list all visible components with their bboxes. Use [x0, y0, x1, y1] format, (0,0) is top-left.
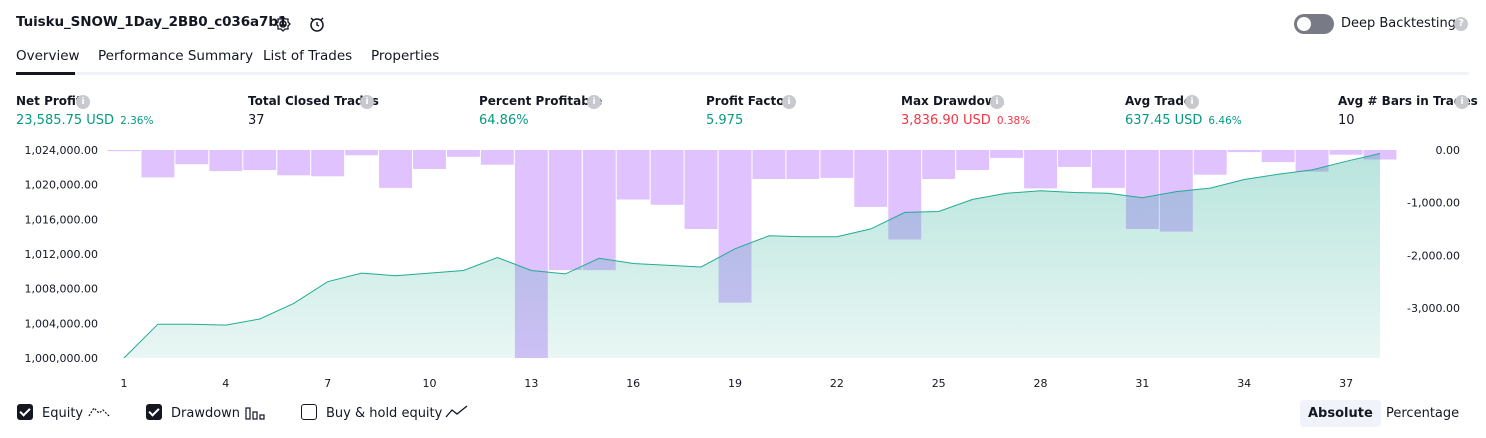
- y-axis-left-tick-label: 1,008,000.00: [25, 283, 98, 296]
- x-axis-tick-label: 22: [830, 377, 844, 390]
- drawdown-bar: [616, 150, 650, 200]
- drawdown-bar: [922, 150, 956, 179]
- x-axis-tick-label: 1: [121, 377, 128, 390]
- deep-backtesting-toggle[interactable]: [1294, 14, 1334, 34]
- metric-value-percent-profitable: 64.86%: [479, 113, 529, 128]
- metric-label-percent-profitable: Percent Profitable: [479, 94, 603, 108]
- y-axis-right-tick-label: 0.00: [1436, 144, 1461, 157]
- strategy-title: Tuisku_SNOW_1Day_2BB0_c036a7b1: [16, 14, 288, 30]
- buyhold-legend-label: Buy & hold equity: [326, 406, 443, 421]
- y-axis-left-tick-label: 1,016,000.00: [25, 213, 98, 226]
- tab-performance-summary[interactable]: Performance Summary: [98, 48, 253, 64]
- metric-value-net-profit: 23,585.75 USD 2.36%: [16, 113, 154, 128]
- y-axis-right-tick-label: -1,000.00: [1407, 197, 1460, 210]
- drawdown-legend-label: Drawdown: [171, 406, 241, 421]
- drawdown-bar: [854, 150, 888, 207]
- drawdown-bar: [956, 150, 990, 170]
- x-axis-tick-label: 28: [1034, 377, 1048, 390]
- info-icon[interactable]: i: [360, 95, 374, 109]
- percentage-toggle[interactable]: Percentage: [1378, 400, 1467, 427]
- metric-value-total-closed-trades: 37: [248, 113, 265, 128]
- drawdown-bar: [209, 150, 243, 172]
- drawdown-bar: [1261, 150, 1295, 163]
- x-axis-tick-label: 13: [524, 377, 538, 390]
- drawdown-bar: [480, 150, 514, 165]
- y-axis-left-tick-label: 1,020,000.00: [25, 179, 98, 192]
- settings-icon[interactable]: [274, 15, 292, 33]
- drawdown-bar: [413, 150, 446, 169]
- buyhold-line-icon: [445, 405, 468, 418]
- buyhold-checkbox[interactable]: [301, 404, 317, 420]
- drawdown-bar: [548, 150, 582, 271]
- drawdown-bar: [1092, 150, 1125, 188]
- info-icon[interactable]: i: [990, 95, 1004, 109]
- drawdown-bar: [990, 150, 1023, 158]
- metric-label-avg-trade: Avg Trade: [1125, 94, 1193, 108]
- drawdown-bar: [277, 150, 311, 176]
- drawdown-checkbox[interactable]: [146, 404, 162, 420]
- drawdown-bar: [650, 150, 684, 205]
- x-axis-tick-label: 37: [1339, 377, 1353, 390]
- drawdown-bar: [1329, 150, 1363, 155]
- info-icon[interactable]: i: [1185, 95, 1199, 109]
- drawdown-bar: [582, 150, 616, 271]
- drawdown-bars-icon: [245, 407, 265, 420]
- add-alert-icon[interactable]: [308, 15, 326, 33]
- drawdown-bar: [345, 150, 378, 156]
- x-axis-tick-label: 31: [1135, 377, 1149, 390]
- x-axis-tick-label: 19: [728, 377, 742, 390]
- tab-list-of-trades[interactable]: List of Trades: [263, 48, 352, 64]
- drawdown-bar: [141, 150, 175, 178]
- x-axis-tick-label: 7: [324, 377, 331, 390]
- absolute-toggle[interactable]: Absolute: [1300, 400, 1381, 427]
- info-icon[interactable]: i: [782, 95, 796, 109]
- drawdown-bar: [447, 150, 480, 157]
- tab-active-indicator: [16, 72, 75, 75]
- drawdown-bar: [752, 150, 786, 179]
- equity-line-icon: [88, 407, 111, 418]
- drawdown-bar: [1024, 150, 1057, 189]
- x-axis-tick-label: 25: [932, 377, 946, 390]
- metric-label-net-profit: Net Profit: [16, 94, 82, 108]
- drawdown-bar: [1227, 150, 1261, 153]
- info-icon[interactable]: i: [76, 95, 90, 109]
- metric-label-profit-factor: Profit Factor: [706, 94, 791, 108]
- y-axis-left-tick-label: 1,004,000.00: [25, 317, 98, 330]
- drawdown-bar: [311, 150, 345, 177]
- equity-drawdown-chart: 1,024,000.00 1,020,000.00 1,016,000.00 1,01…: [25, 144, 1461, 390]
- metric-value-profit-factor: 5.975: [706, 113, 744, 128]
- x-axis-tick-label: 34: [1237, 377, 1251, 390]
- tab-overview[interactable]: Overview: [16, 48, 80, 64]
- drawdown-bar: [820, 150, 854, 178]
- metric-value-max-drawdown: 3,836.90 USD 0.38%: [901, 113, 1031, 128]
- equity-checkbox[interactable]: [17, 404, 33, 420]
- tab-properties[interactable]: Properties: [371, 48, 439, 64]
- info-icon[interactable]: i: [1455, 95, 1469, 109]
- y-axis-right-tick-label: -2,000.00: [1407, 249, 1460, 262]
- drawdown-bar: [684, 150, 718, 229]
- x-axis-tick-label: 10: [423, 377, 437, 390]
- y-axis-left-tick-label: 1,000,000.00: [25, 352, 98, 365]
- drawdown-bar: [1193, 150, 1227, 175]
- y-axis-left-tick-label: 1,012,000.00: [25, 248, 98, 261]
- help-icon[interactable]: ?: [1454, 17, 1468, 31]
- drawdown-bar: [175, 150, 209, 165]
- drawdown-bar: [379, 150, 412, 188]
- metric-value-avg-bars-in-trades: 10: [1338, 113, 1355, 128]
- deep-backtesting-label: Deep Backtesting: [1341, 16, 1457, 31]
- x-axis-tick-label: 4: [222, 377, 229, 390]
- y-axis-left-tick-label: 1,024,000.00: [25, 144, 98, 157]
- metric-label-max-drawdown: Max Drawdown: [901, 94, 1005, 108]
- info-icon[interactable]: i: [587, 95, 601, 109]
- drawdown-bar: [243, 150, 277, 170]
- drawdown-bar: [107, 150, 141, 152]
- y-axis-right-tick-label: -3,000.00: [1407, 302, 1460, 315]
- metric-value-avg-trade: 637.45 USD 6.46%: [1125, 113, 1242, 128]
- drawdown-bar: [1058, 150, 1091, 167]
- drawdown-bar: [786, 150, 820, 179]
- tabs-divider: [16, 72, 1469, 75]
- equity-legend-label: Equity: [42, 406, 84, 421]
- x-axis-tick-label: 16: [626, 377, 640, 390]
